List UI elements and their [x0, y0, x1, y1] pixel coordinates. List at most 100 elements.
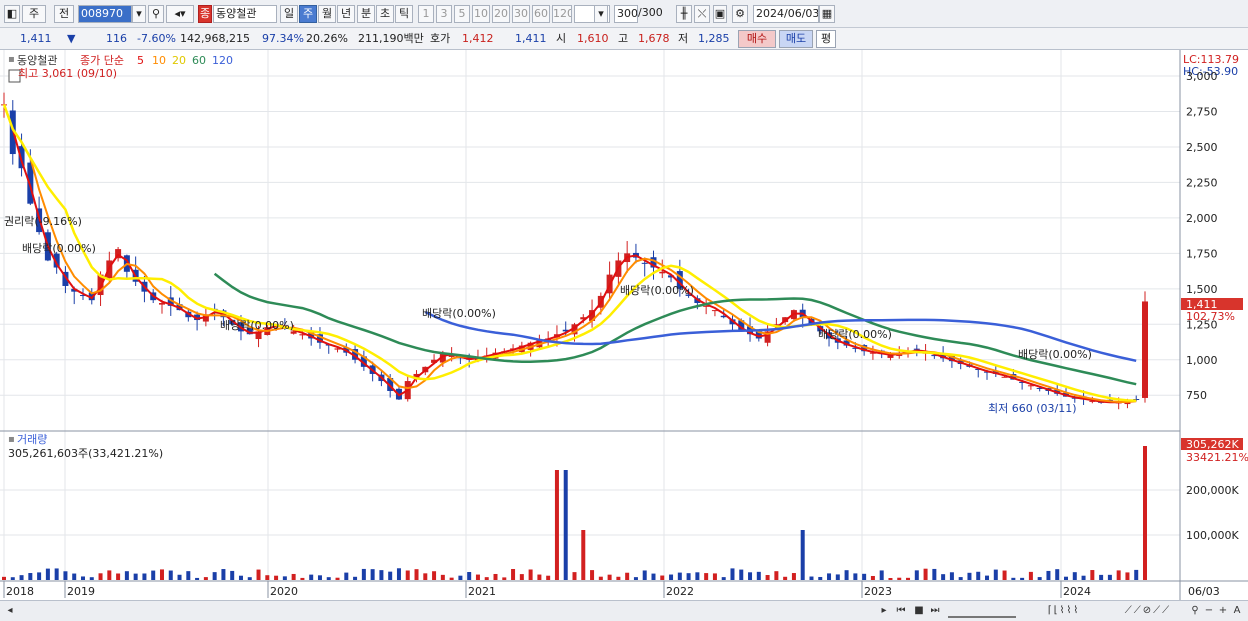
calendar-icon[interactable]: ▦: [819, 5, 835, 23]
stop-icon[interactable]: ■: [912, 604, 926, 618]
volume-bar: [309, 574, 314, 580]
y-tick-label: 2,000: [1186, 212, 1218, 225]
volume-bar: [80, 576, 85, 580]
scroll-right-icon[interactable]: ▸: [878, 604, 890, 618]
interval-30[interactable]: 30: [512, 5, 530, 23]
minus-icon[interactable]: −: [1203, 604, 1215, 618]
max-label: 최고 3,061 (09/10): [18, 67, 117, 80]
period-tick[interactable]: 틱: [395, 5, 413, 23]
chevron-down-icon[interactable]: ▾: [132, 5, 146, 23]
volume-bar: [379, 570, 384, 580]
price-chart[interactable]: ▪ 동양철관 종가 단순 5 10 20 60 120 최고 3,061 (09…: [0, 50, 1248, 600]
cross-icon[interactable]: ⤬: [694, 5, 710, 23]
volume-bar: [168, 570, 173, 580]
volume-bar: [546, 575, 551, 580]
dividend-label-5: 배당락(0.00%): [818, 328, 892, 341]
down-arrow-icon: ▼: [67, 32, 76, 45]
interval-3[interactable]: 3: [436, 5, 452, 23]
ask-value: 1,411: [515, 32, 547, 45]
chart-area[interactable]: ▪ 동양철관 종가 단순 5 10 20 60 120 최고 3,061 (09…: [0, 50, 1248, 600]
volume-bar: [712, 573, 717, 580]
search-icon[interactable]: ⚲: [148, 5, 164, 23]
interval-10[interactable]: 10: [472, 5, 490, 23]
zoom-icon[interactable]: ⚲: [1188, 604, 1202, 618]
change-pct: -7.60%: [137, 32, 176, 45]
volume-bar: [335, 577, 340, 580]
volume-bar: [484, 577, 489, 580]
legend-ma10: 10: [152, 54, 166, 67]
candle-icon[interactable]: ╫: [676, 5, 692, 23]
prev-button[interactable]: 전: [54, 5, 74, 23]
volume-bar: [1107, 574, 1112, 580]
period-minute[interactable]: 분: [357, 5, 375, 23]
speaker-icon[interactable]: ◂▾: [166, 5, 194, 23]
volume-bar: [1037, 577, 1042, 580]
count-input[interactable]: 300: [614, 5, 638, 23]
stock-name: 동양철관: [213, 5, 277, 23]
scroll-left-icon[interactable]: ◂: [4, 604, 16, 618]
stock-code-input[interactable]: 008970: [78, 5, 132, 23]
volume-bar: [1143, 446, 1147, 580]
zoom-slider[interactable]: [948, 604, 1016, 618]
plus-icon[interactable]: +: [1217, 604, 1229, 618]
line-tools-icon[interactable]: ⟋⟋⊘⟋⟋: [1110, 604, 1186, 618]
volume-bar: [1081, 575, 1086, 580]
volume-bar: [423, 573, 428, 580]
last-volume-label: 305,262K: [1186, 438, 1239, 451]
volume-bar: [1116, 570, 1121, 580]
x-tick-label: 2020: [270, 585, 298, 598]
date-input[interactable]: 2024/06/03: [753, 5, 819, 23]
dividend-label-6: 배당락(0.00%): [1018, 348, 1092, 361]
volume-bar: [537, 574, 542, 580]
volume-bar: [1011, 577, 1016, 580]
volume-bar: [1072, 572, 1077, 580]
volume-bar: [660, 575, 665, 580]
chevron-down-icon[interactable]: ▾: [594, 5, 608, 23]
high-value: 1,678: [638, 32, 670, 45]
font-icon[interactable]: A: [1231, 604, 1243, 618]
pane-icon: ▪: [8, 54, 15, 65]
gear-icon[interactable]: ⚙: [732, 5, 748, 23]
period-month[interactable]: 월: [318, 5, 336, 23]
volume-bar: [502, 577, 507, 580]
volume-bar: [282, 576, 287, 580]
draw-tools-icon[interactable]: ⌈⌊⌇⌇⌇: [1022, 604, 1106, 618]
period-year[interactable]: 년: [337, 5, 355, 23]
avg-button[interactable]: 평: [816, 30, 836, 48]
period-second[interactable]: 초: [376, 5, 394, 23]
market-select[interactable]: 주: [22, 5, 46, 23]
volume-bar: [897, 577, 902, 580]
volume-bar: [949, 572, 954, 580]
volume-bar: [151, 570, 156, 580]
volume-bar: [63, 571, 68, 580]
save-icon[interactable]: ▣: [713, 5, 727, 23]
first-icon[interactable]: ⏮: [894, 604, 908, 618]
last-icon[interactable]: ⏭: [928, 604, 942, 618]
volume-bar: [37, 572, 42, 580]
legend-ma5: 5: [137, 54, 144, 67]
interval-20[interactable]: 20: [492, 5, 510, 23]
volume-bar: [633, 577, 638, 580]
volume-bar: [818, 576, 823, 580]
volume-bar: [133, 573, 138, 580]
interval-5[interactable]: 5: [454, 5, 470, 23]
volume-bar: [414, 569, 419, 580]
min-label: 최저 660 (03/11): [988, 402, 1077, 415]
volume-bar: [791, 573, 796, 580]
horizontal-scrollbar[interactable]: ◂ ▸ ⏮ ■ ⏭ ⌈⌊⌇⌇⌇ ⟋⟋⊘⟋⟋ ⚲ − + A: [0, 600, 1248, 621]
period-day[interactable]: 일: [280, 5, 298, 23]
volume-bar: [396, 568, 401, 580]
current-price: 1,411: [20, 32, 52, 45]
interval-120[interactable]: 120: [552, 5, 572, 23]
volume-bar: [607, 574, 612, 580]
volume-bar: [748, 572, 753, 580]
sell-button[interactable]: 매도: [779, 30, 813, 48]
window-icon[interactable]: ◧: [4, 5, 20, 23]
buy-button[interactable]: 매수: [738, 30, 776, 48]
period-week[interactable]: 주: [299, 5, 317, 23]
interval-60[interactable]: 60: [532, 5, 550, 23]
volume-bar: [142, 573, 147, 580]
volume-bar: [300, 577, 305, 580]
interval-1[interactable]: 1: [418, 5, 434, 23]
volume-bar: [256, 569, 261, 580]
